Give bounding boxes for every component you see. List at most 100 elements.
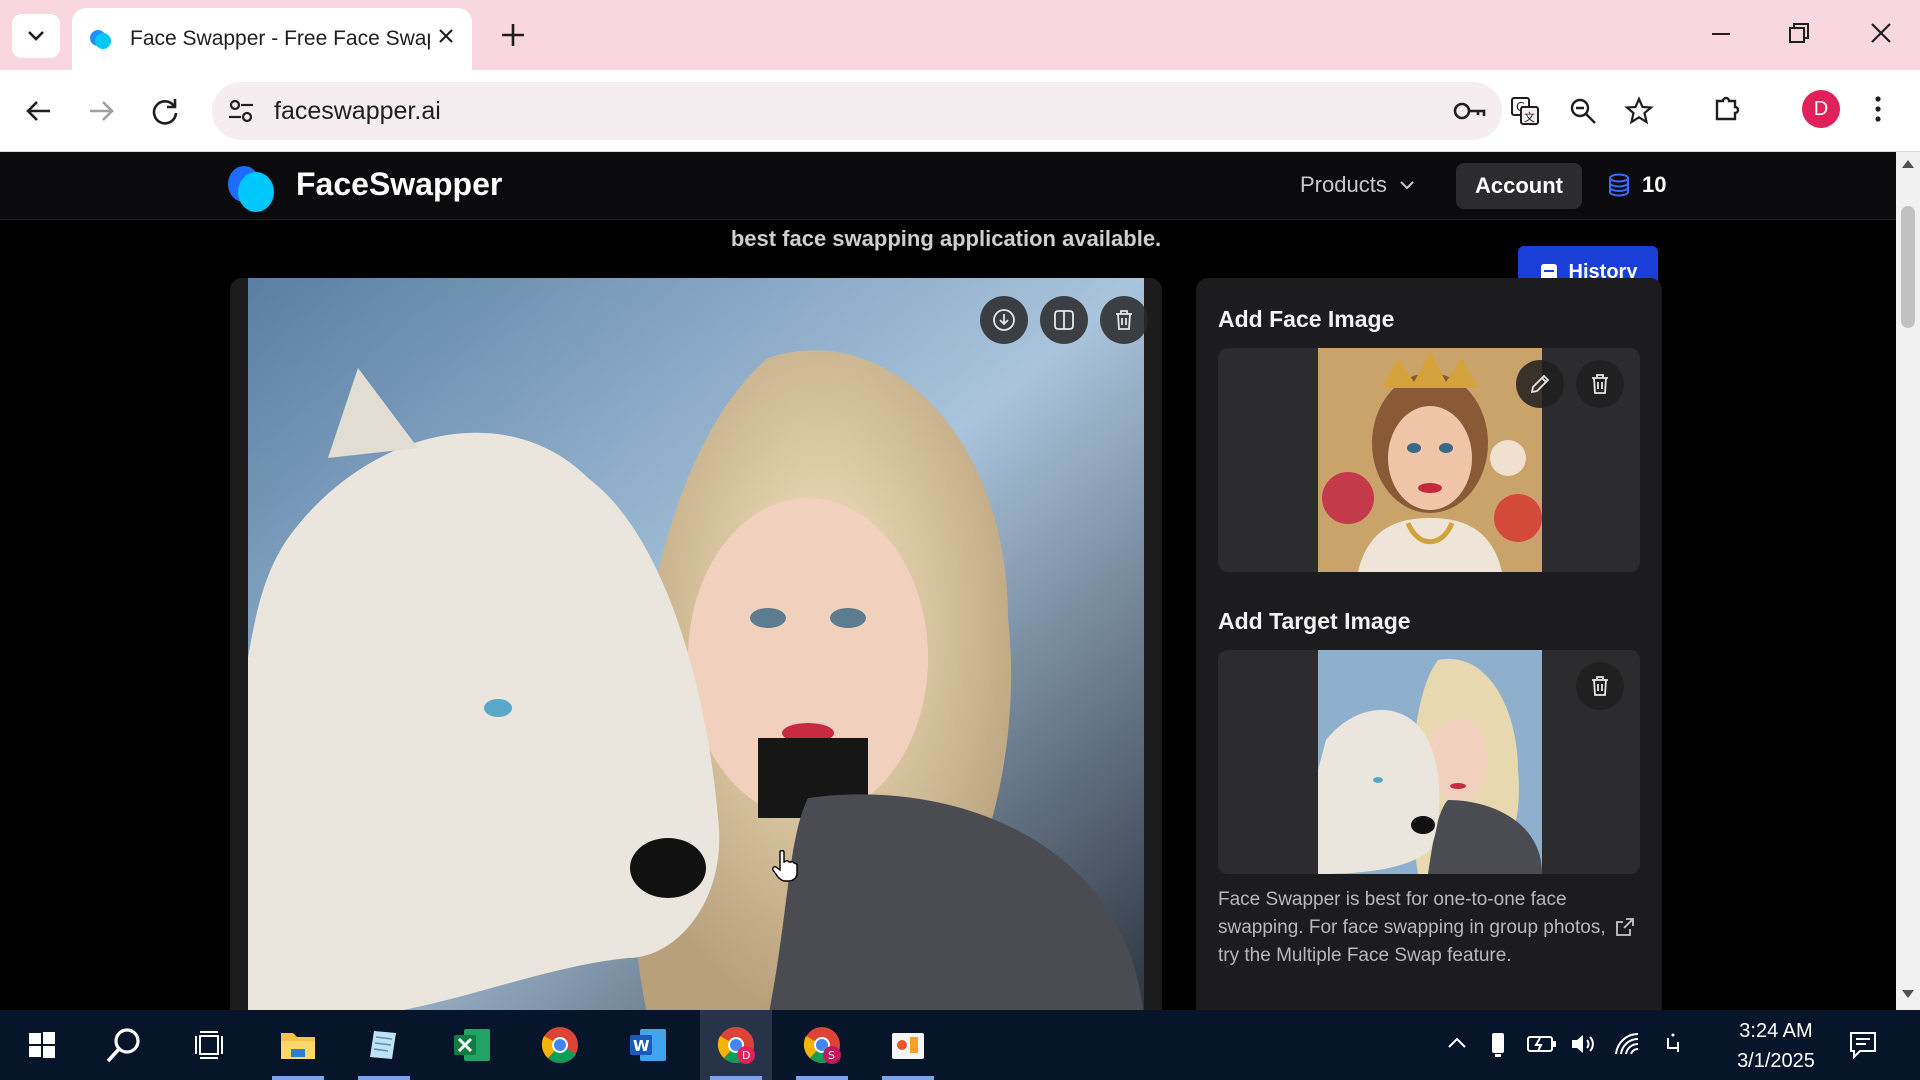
faceswapper-favicon-icon bbox=[88, 26, 114, 52]
chrome-profile-d-app[interactable]: D bbox=[700, 1010, 772, 1080]
clock-time: 3:24 AM bbox=[1739, 1020, 1813, 1042]
restore-icon[interactable] bbox=[1784, 18, 1814, 48]
address-bar[interactable]: faceswapper.ai G文 bbox=[212, 82, 1654, 140]
swapped-result-image[interactable] bbox=[248, 278, 1144, 1010]
download-button[interactable] bbox=[980, 296, 1028, 344]
products-label: Products bbox=[1300, 172, 1387, 197]
show-hidden-icons-chevron-icon[interactable] bbox=[1446, 1032, 1468, 1054]
products-menu[interactable]: Products bbox=[1300, 172, 1415, 198]
url-text: faceswapper.ai bbox=[274, 97, 441, 125]
profile-avatar[interactable]: D bbox=[1802, 90, 1840, 128]
result-panel bbox=[230, 278, 1162, 1010]
credits-count: 10 bbox=[1642, 172, 1667, 197]
compare-split-icon bbox=[1052, 308, 1076, 332]
system-clock[interactable]: 3:24 AM 3/1/2025 bbox=[1706, 1016, 1846, 1076]
scroll-down-arrow-icon[interactable] bbox=[1902, 990, 1914, 998]
delete-face-button[interactable] bbox=[1576, 360, 1624, 408]
volume-icon[interactable] bbox=[1570, 1032, 1598, 1056]
running-indicator bbox=[796, 1076, 848, 1080]
zoom-out-icon[interactable] bbox=[1568, 96, 1598, 126]
excel-icon bbox=[452, 1027, 492, 1063]
target-image-dropzone[interactable] bbox=[1218, 650, 1640, 874]
target-image-thumbnail bbox=[1318, 650, 1542, 874]
word-icon: W bbox=[628, 1027, 668, 1063]
notepad-icon bbox=[366, 1027, 402, 1063]
coins-stack-icon bbox=[1606, 172, 1632, 198]
running-indicator bbox=[710, 1076, 762, 1080]
forward-arrow-icon[interactable] bbox=[84, 94, 118, 128]
trash-icon bbox=[1588, 372, 1612, 396]
windows-taskbar: W D S 3:24 AM 3/1/2025 bbox=[0, 1010, 1920, 1080]
clock-date: 3/1/2025 bbox=[1737, 1050, 1815, 1072]
file-explorer-app[interactable] bbox=[262, 1010, 334, 1080]
password-key-icon[interactable] bbox=[1452, 96, 1488, 126]
extensions-puzzle-icon[interactable] bbox=[1710, 92, 1744, 126]
account-button[interactable]: Account bbox=[1456, 163, 1582, 209]
bookmark-star-icon[interactable] bbox=[1624, 96, 1654, 126]
face-image-thumbnail bbox=[1318, 348, 1542, 572]
notification-center-icon[interactable] bbox=[1848, 1030, 1878, 1060]
windows-start-icon bbox=[28, 1031, 56, 1059]
delete-target-button[interactable] bbox=[1576, 662, 1624, 710]
task-view-button[interactable] bbox=[174, 1010, 246, 1080]
trash-icon bbox=[1588, 674, 1612, 698]
chrome-profile-d-icon: D bbox=[716, 1025, 756, 1065]
svg-text:文: 文 bbox=[1524, 110, 1535, 124]
mouse-hand-cursor-icon bbox=[772, 850, 798, 882]
minimize-icon[interactable] bbox=[1706, 18, 1736, 48]
new-tab-icon[interactable] bbox=[496, 18, 530, 52]
chrome-profile-s-icon: S bbox=[802, 1025, 842, 1065]
file-explorer-icon bbox=[279, 1029, 317, 1061]
svg-text:D: D bbox=[742, 1049, 750, 1062]
word-app[interactable]: W bbox=[612, 1010, 684, 1080]
group-swap-tip: Face Swapper is best for one-to-one face… bbox=[1218, 889, 1606, 966]
chevron-down-icon bbox=[1399, 180, 1415, 190]
target-image-title: Add Target Image bbox=[1218, 608, 1411, 634]
page-scrollbar[interactable] bbox=[1896, 152, 1920, 1010]
notepad-app[interactable] bbox=[348, 1010, 420, 1080]
tab-title: Face Swapper - Free Face Swap bbox=[130, 27, 430, 50]
task-view-icon bbox=[194, 1030, 226, 1060]
inputs-panel: Add Face Image Add Target Image Face Swa… bbox=[1196, 278, 1662, 1010]
compare-button[interactable] bbox=[1040, 296, 1088, 344]
battery-charging-icon[interactable] bbox=[1526, 1032, 1558, 1054]
wifi-icon[interactable] bbox=[1614, 1032, 1642, 1056]
chrome-app[interactable] bbox=[524, 1010, 596, 1080]
edit-face-button[interactable] bbox=[1516, 360, 1564, 408]
translate-icon[interactable]: G文 bbox=[1510, 96, 1540, 126]
language-indicator-icon[interactable] bbox=[1662, 1032, 1684, 1056]
browser-tab-active[interactable]: Face Swapper - Free Face Swap bbox=[72, 8, 472, 70]
credits-counter[interactable]: 10 bbox=[1606, 172, 1666, 198]
pencil-icon bbox=[1528, 372, 1552, 396]
close-tab-icon[interactable] bbox=[436, 26, 456, 46]
running-indicator bbox=[272, 1076, 324, 1080]
back-arrow-icon[interactable] bbox=[22, 94, 56, 128]
search-button[interactable] bbox=[88, 1010, 160, 1080]
chrome-profile-s-app[interactable]: S bbox=[786, 1010, 858, 1080]
excel-app[interactable] bbox=[436, 1010, 508, 1080]
chrome-icon bbox=[540, 1025, 580, 1065]
svg-text:W: W bbox=[633, 1037, 650, 1055]
scrollbar-thumb[interactable] bbox=[1901, 206, 1915, 328]
result-actions bbox=[980, 296, 1148, 344]
close-window-icon[interactable] bbox=[1866, 18, 1896, 48]
download-icon bbox=[992, 308, 1016, 332]
browser-toolbar: faceswapper.ai G文 D bbox=[0, 70, 1920, 152]
tab-search-button[interactable] bbox=[12, 14, 60, 58]
face-image-dropzone[interactable] bbox=[1218, 348, 1640, 572]
running-indicator bbox=[358, 1076, 410, 1080]
svg-text:S: S bbox=[828, 1049, 835, 1062]
delete-result-button[interactable] bbox=[1100, 296, 1148, 344]
faceswapper-logo-icon[interactable] bbox=[224, 162, 280, 214]
more-menu-icon[interactable] bbox=[1868, 92, 1888, 126]
brand-name[interactable]: FaceSwapper bbox=[296, 166, 502, 203]
site-info-icon[interactable] bbox=[226, 96, 256, 126]
start-button[interactable] bbox=[6, 1010, 78, 1080]
running-indicator bbox=[882, 1076, 934, 1080]
phone-device-icon[interactable] bbox=[1490, 1032, 1506, 1058]
external-link-icon[interactable] bbox=[1614, 916, 1636, 938]
reload-icon[interactable] bbox=[148, 94, 182, 128]
search-icon bbox=[104, 1025, 144, 1065]
scroll-up-arrow-icon[interactable] bbox=[1902, 160, 1914, 168]
paint-app[interactable] bbox=[872, 1010, 944, 1080]
